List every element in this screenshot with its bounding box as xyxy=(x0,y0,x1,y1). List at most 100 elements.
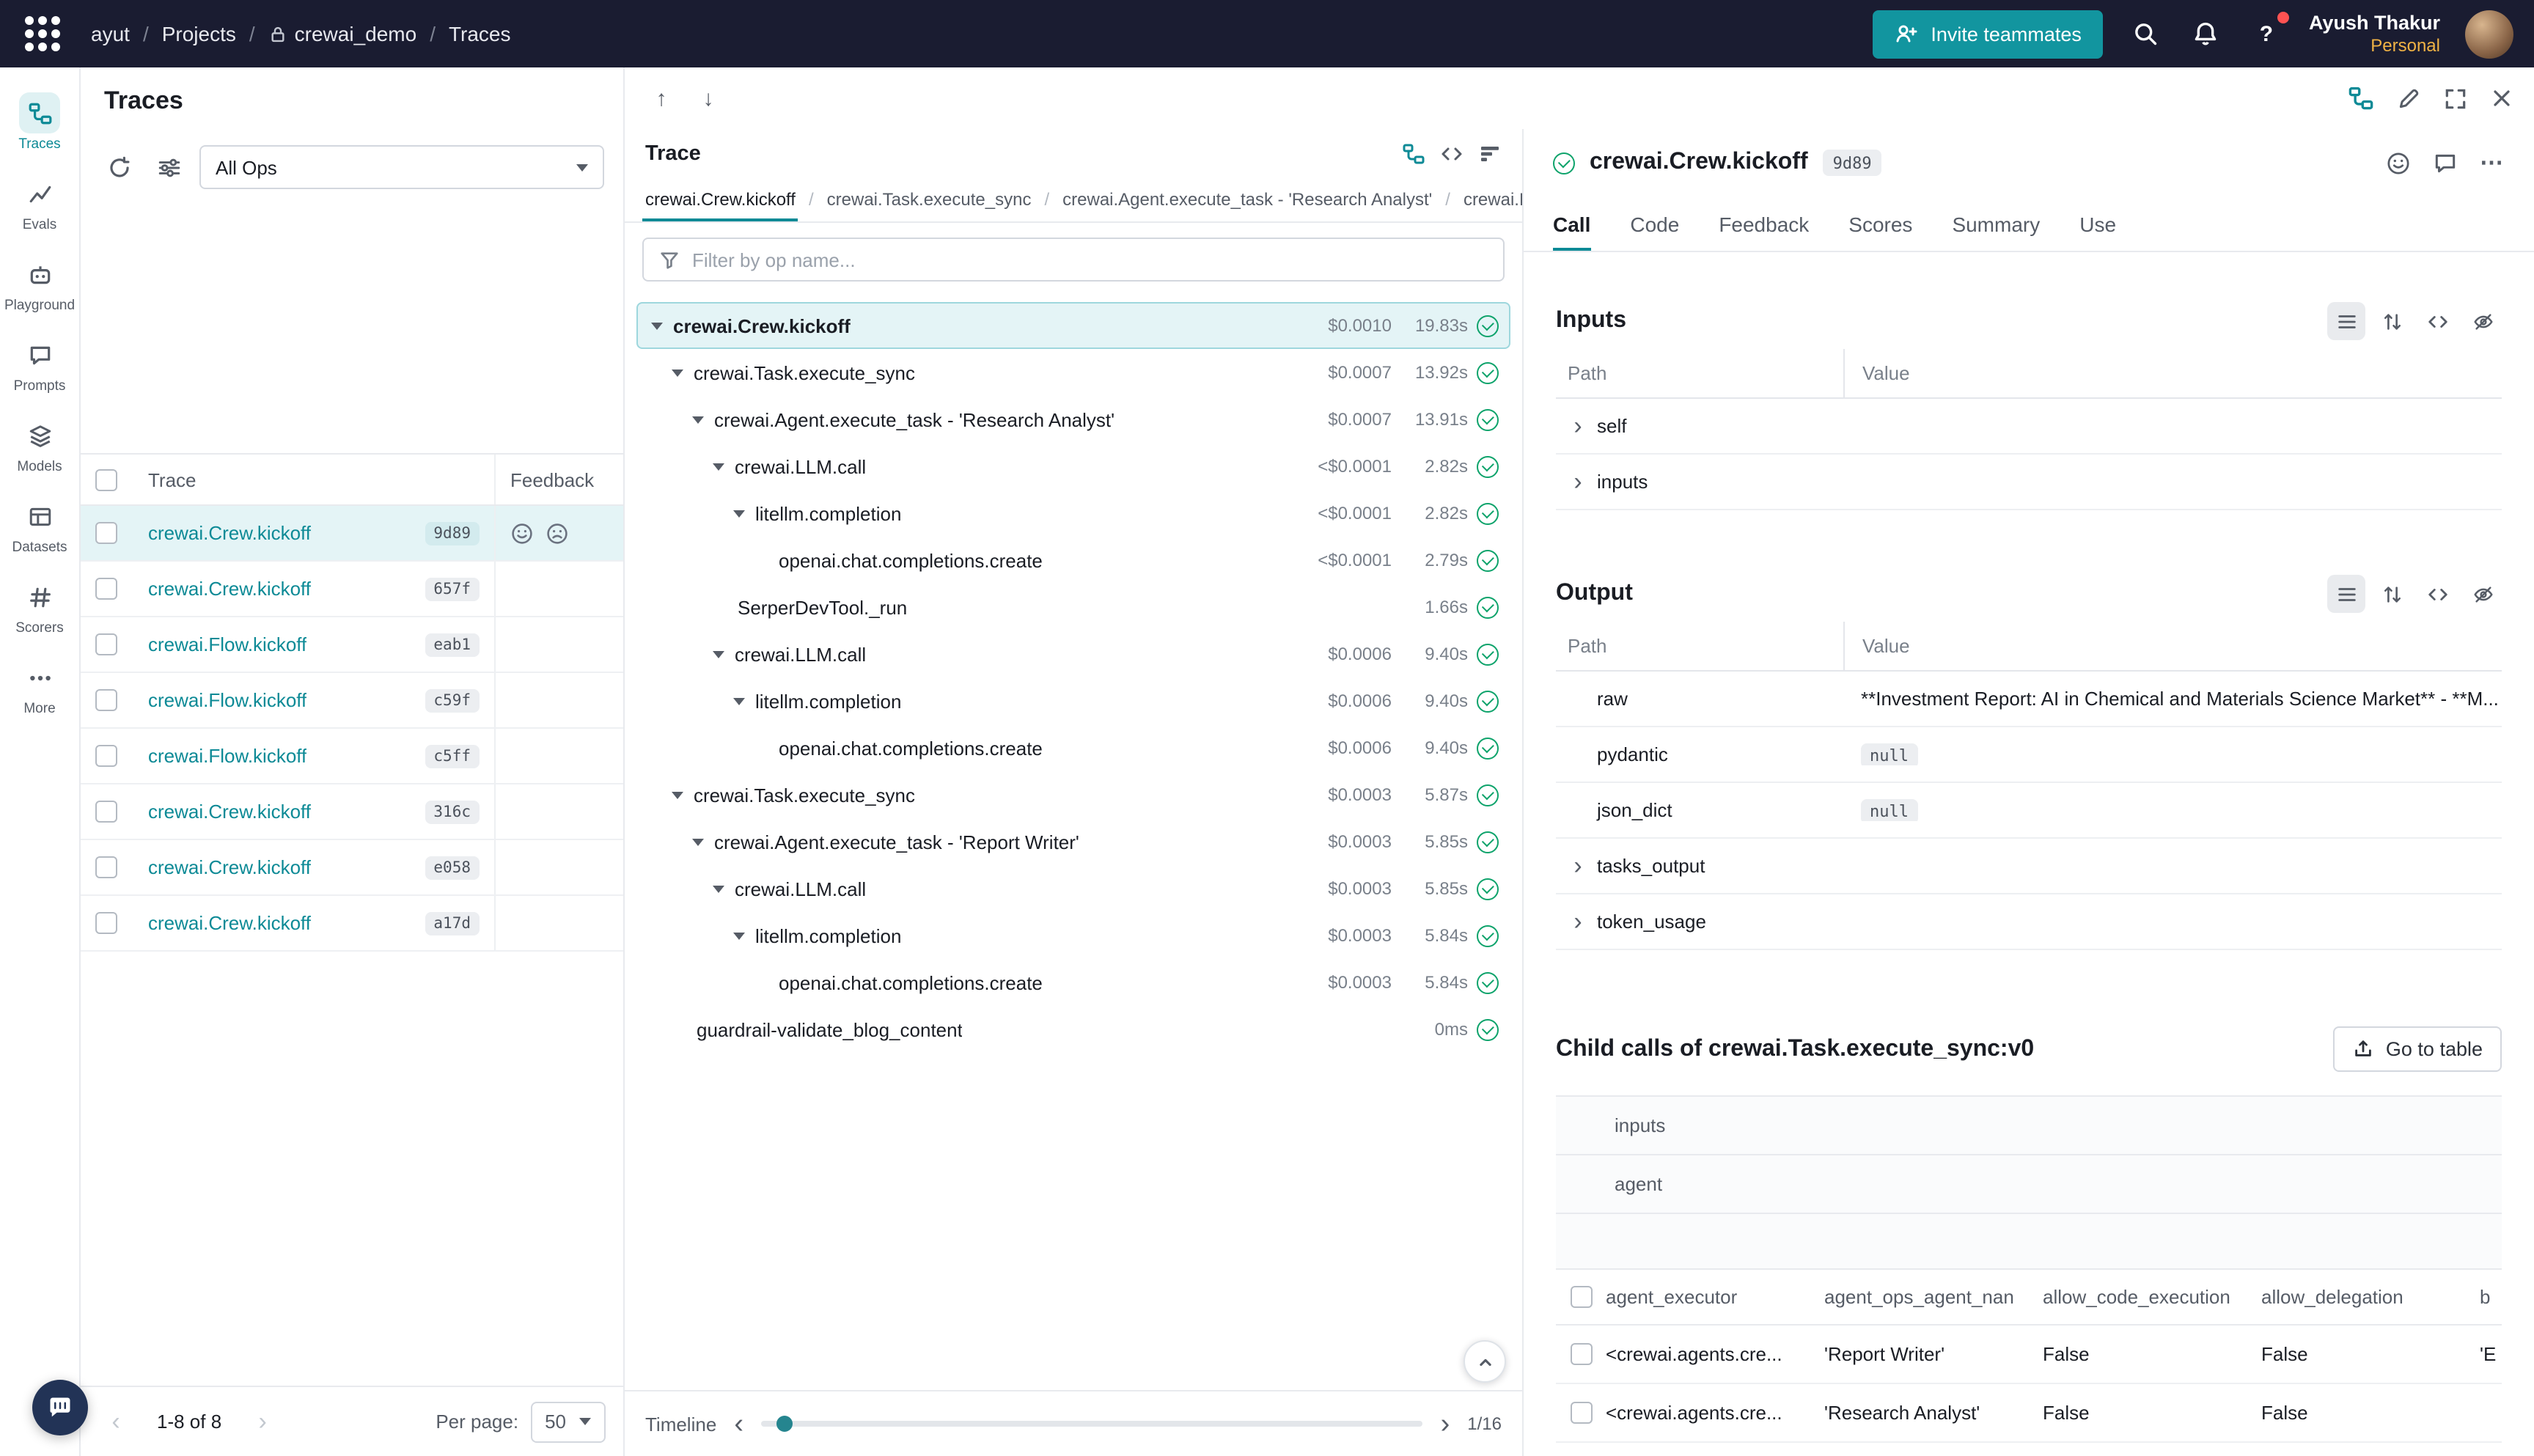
expand-collapse-icon[interactable] xyxy=(2373,575,2411,613)
trace-tree-row[interactable]: openai.chat.completions.create $0.0003 5… xyxy=(636,959,1510,1006)
sidebar-item-datasets[interactable]: Datasets xyxy=(1,485,78,566)
tab-feedback[interactable]: Feedback xyxy=(1719,196,1809,251)
timeline-slider[interactable] xyxy=(761,1421,1423,1427)
refresh-icon[interactable] xyxy=(100,148,138,186)
chevron-right-icon[interactable]: › xyxy=(1568,413,1588,438)
chevron-down-icon[interactable] xyxy=(733,932,745,939)
trace-tree-row[interactable]: crewai.Task.execute_sync $0.0003 5.87s xyxy=(636,771,1510,818)
row-checkbox[interactable] xyxy=(95,912,117,934)
sidebar-item-prompts[interactable]: Prompts xyxy=(1,324,78,405)
sidebar-item-models[interactable]: Models xyxy=(1,405,78,485)
trace-tree-row[interactable]: crewai.LLM.call <$0.0001 2.82s xyxy=(636,443,1510,490)
chevron-down-icon[interactable] xyxy=(692,838,704,845)
invite-teammates-button[interactable]: Invite teammates xyxy=(1872,10,2104,58)
breadcrumb-projects[interactable]: Projects xyxy=(162,22,236,45)
trace-tree-row[interactable]: SerperDevTool._run 1.66s xyxy=(636,584,1510,630)
user-menu[interactable]: Ayush Thakur Personal xyxy=(2309,11,2440,56)
row-checkbox[interactable] xyxy=(95,689,117,711)
chevron-down-icon[interactable] xyxy=(733,510,745,517)
trace-tree-row[interactable]: crewai.LLM.call $0.0003 5.85s xyxy=(636,865,1510,912)
comment-icon[interactable] xyxy=(2433,150,2458,175)
trace-link[interactable]: crewai.Flow.kickoff xyxy=(148,745,306,767)
table-row[interactable]: crewai.Crew.kickoff657f xyxy=(81,562,623,617)
trace-link[interactable]: crewai.Crew.kickoff xyxy=(148,578,311,600)
table-row[interactable]: <crewai.agents.cre... 'Research Analyst'… xyxy=(1556,1384,2502,1443)
path-tab[interactable]: crewai.Crew.kickoff xyxy=(642,189,798,221)
breadcrumb-entity[interactable]: ayut xyxy=(91,22,130,45)
tree-view-toggle-icon[interactable] xyxy=(2348,85,2374,111)
chevron-right-icon[interactable]: › xyxy=(1568,909,1588,934)
output-row-pydantic[interactable]: pydantic null xyxy=(1556,727,2502,783)
row-checkbox[interactable] xyxy=(95,522,117,544)
chevron-down-icon[interactable] xyxy=(713,885,724,892)
row-checkbox[interactable] xyxy=(95,856,117,878)
edit-pencil-icon[interactable] xyxy=(2396,86,2421,111)
op-name-filter-input[interactable] xyxy=(692,249,1488,271)
trace-tree-row[interactable]: crewai.Crew.kickoff $0.0010 19.83s xyxy=(636,302,1510,349)
trace-link[interactable]: crewai.Crew.kickoff xyxy=(148,856,311,878)
previous-call-icon[interactable]: ↑ xyxy=(645,86,677,111)
trace-tree-row[interactable]: crewai.Agent.execute_task - 'Report Writ… xyxy=(636,818,1510,865)
per-page-select[interactable]: 50 xyxy=(530,1401,606,1442)
breadcrumb-project[interactable]: crewai_demo xyxy=(268,22,417,45)
trace-tree-row[interactable]: crewai.LLM.call $0.0006 9.40s xyxy=(636,630,1510,677)
column-header[interactable]: allow_code_execution xyxy=(2043,1286,2261,1308)
table-row[interactable]: crewai.Crew.kickoffa17d xyxy=(81,896,623,952)
trace-link[interactable]: crewai.Flow.kickoff xyxy=(148,689,306,711)
expand-collapse-icon[interactable] xyxy=(2373,302,2411,340)
table-row[interactable]: crewai.Flow.kickoffeab1 xyxy=(81,617,623,673)
table-row[interactable]: crewai.Crew.kickoff316c xyxy=(81,784,623,840)
column-header[interactable]: agent_executor xyxy=(1606,1286,1824,1308)
trace-tree-row[interactable]: openai.chat.completions.create <$0.0001 … xyxy=(636,537,1510,584)
trace-tree-row[interactable]: crewai.Agent.execute_task - 'Research An… xyxy=(636,396,1510,443)
path-tab[interactable]: crewai.Agent.execute_task - 'Research An… xyxy=(1059,189,1435,221)
timeline-slider-handle[interactable] xyxy=(776,1416,793,1432)
output-row-token-usage[interactable]: ›token_usage xyxy=(1556,894,2502,950)
row-checkbox[interactable] xyxy=(95,633,117,655)
wandb-logo-icon[interactable] xyxy=(21,12,65,56)
hide-values-eye-icon[interactable] xyxy=(2464,302,2502,340)
table-row[interactable]: crewai.Flow.kickoffc59f xyxy=(81,673,623,729)
chevron-down-icon[interactable] xyxy=(713,463,724,470)
code-json-icon[interactable] xyxy=(2418,302,2456,340)
trace-link[interactable]: crewai.Crew.kickoff xyxy=(148,912,311,934)
trace-tree-row[interactable]: guardrail-validate_blog_content 0ms xyxy=(636,1006,1510,1053)
help-icon[interactable]: ? xyxy=(2249,16,2284,51)
code-json-icon[interactable] xyxy=(2418,575,2456,613)
output-row-tasks-output[interactable]: ›tasks_output xyxy=(1556,839,2502,894)
trace-tree-row[interactable]: crewai.Task.execute_sync $0.0007 13.92s xyxy=(636,349,1510,396)
trace-tree-row[interactable]: litellm.completion $0.0003 5.84s xyxy=(636,912,1510,959)
output-row-json-dict[interactable]: json_dict null xyxy=(1556,783,2502,839)
sidebar-item-evals[interactable]: Evals xyxy=(1,163,78,243)
chevron-down-icon[interactable] xyxy=(672,369,683,376)
sidebar-item-traces[interactable]: Traces xyxy=(1,82,78,163)
select-all-checkbox[interactable] xyxy=(1570,1286,1592,1308)
close-icon[interactable] xyxy=(2490,87,2513,110)
select-all-checkbox[interactable] xyxy=(95,468,117,490)
next-call-icon[interactable]: ↓ xyxy=(692,86,724,111)
tree-view-icon[interactable] xyxy=(1402,142,1425,166)
trace-tree-row[interactable]: litellm.completion $0.0006 9.40s xyxy=(636,677,1510,724)
smiley-feedback-icon[interactable] xyxy=(510,521,534,545)
trace-tree-row[interactable]: litellm.completion <$0.0001 2.82s xyxy=(636,490,1510,537)
row-checkbox[interactable] xyxy=(95,801,117,823)
row-checkbox[interactable] xyxy=(95,578,117,600)
hide-values-eye-icon[interactable] xyxy=(2464,575,2502,613)
trace-tree-row[interactable]: openai.chat.completions.create $0.0006 9… xyxy=(636,724,1510,771)
breadcrumb-page[interactable]: Traces xyxy=(449,22,511,45)
trace-link[interactable]: crewai.Crew.kickoff xyxy=(148,801,311,823)
path-tab[interactable]: crewai.LLM.cal xyxy=(1461,189,1522,221)
flame-graph-icon[interactable] xyxy=(1478,142,1502,166)
timeline-next-icon[interactable]: › xyxy=(1441,1410,1450,1438)
timeline-prev-icon[interactable]: ‹ xyxy=(734,1410,743,1438)
column-header[interactable]: agent_ops_agent_nan xyxy=(1824,1286,2043,1308)
prev-page-icon[interactable]: ‹ xyxy=(98,1409,133,1434)
column-header[interactable]: b xyxy=(2480,1286,2502,1308)
table-row[interactable]: <crewai.agents.cre... 'Report Writer' Fa… xyxy=(1556,1326,2502,1384)
table-row[interactable]: crewai.Flow.kickoffc5ff xyxy=(81,729,623,784)
trace-link[interactable]: crewai.Crew.kickoff xyxy=(148,522,311,544)
table-row[interactable]: crewai.Crew.kickoff 9d89 xyxy=(81,506,623,562)
table-row[interactable]: crewai.Crew.kickoffe058 xyxy=(81,840,623,896)
list-view-icon[interactable] xyxy=(2327,575,2365,613)
trace-column-header[interactable]: Trace xyxy=(131,468,494,490)
